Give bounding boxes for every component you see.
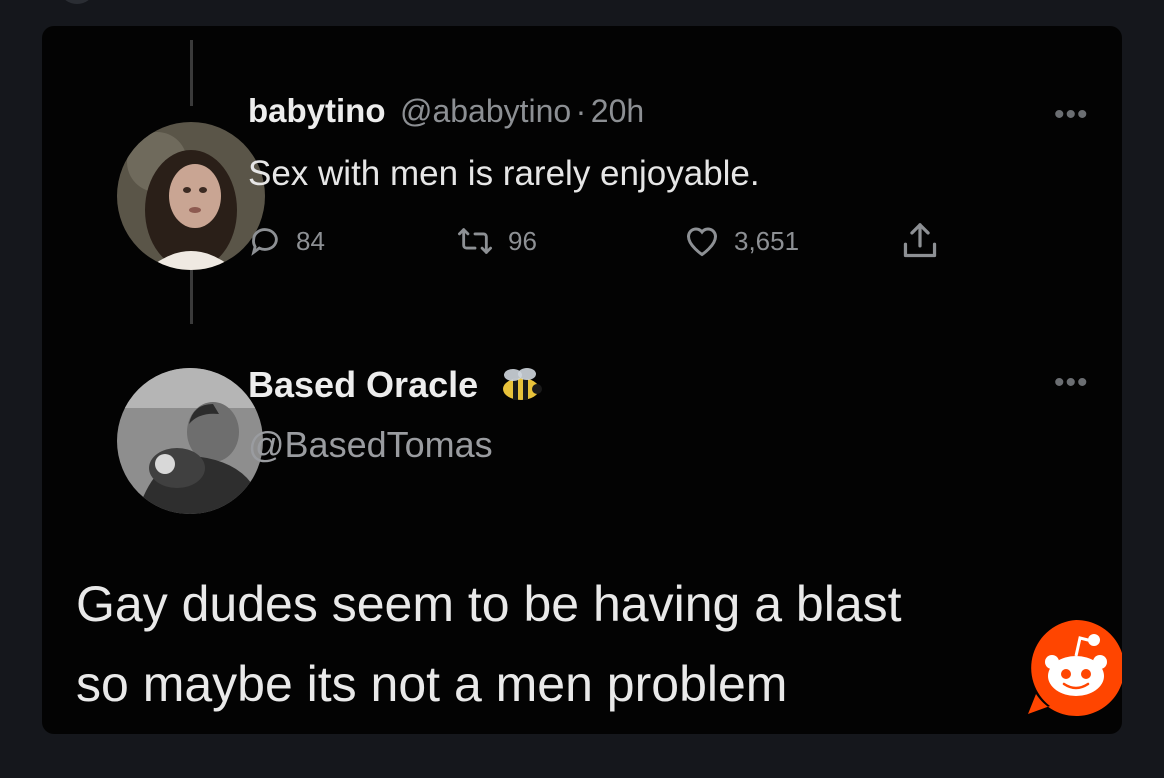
tweet1-time[interactable]: 20h (591, 93, 644, 129)
tweet-thread-card: babytino @ababytino · 20h Sex with men i… (42, 26, 1122, 734)
top-notch (62, 0, 92, 4)
avatar-based-oracle[interactable] (117, 368, 263, 514)
more-icon[interactable]: ••• (1054, 368, 1089, 398)
more-icon[interactable]: ••• (1054, 100, 1089, 130)
tweet1-header: babytino @ababytino · 20h (248, 92, 644, 130)
tweet2-text-line1: Gay dudes seem to be having a blast (76, 576, 902, 632)
tweet2-text-line2: so maybe its not a men problem (76, 656, 788, 712)
tweet1-handle[interactable]: @ababytino (400, 93, 571, 129)
tweet1-separator: · (575, 93, 587, 129)
like-button[interactable]: 3,651 (684, 224, 799, 258)
tweet1-display-name[interactable]: babytino (248, 92, 386, 129)
share-icon (903, 223, 937, 258)
retweet-button[interactable]: 96 (456, 224, 537, 258)
tweet2-text: Gay dudes seem to be having a blast so m… (76, 564, 1086, 724)
like-count: 3,651 (734, 225, 800, 256)
retweet-icon (457, 228, 492, 254)
reddit-logo-icon (1022, 614, 1122, 722)
reply-button[interactable]: 84 (248, 224, 325, 258)
tweet1-text: Sex with men is rarely enjoyable. (248, 154, 760, 193)
reply-icon (251, 228, 278, 256)
bee-emoji-icon (495, 367, 543, 408)
thread-line-top (190, 40, 193, 106)
retweet-count: 96 (508, 225, 537, 256)
tweet2-handle[interactable]: @BasedTomas (248, 424, 493, 466)
avatar-babytino[interactable] (117, 122, 265, 270)
share-button[interactable] (900, 220, 954, 262)
heart-icon (686, 227, 718, 257)
tweet2-name-row: Based Oracle (248, 364, 543, 408)
reply-count: 84 (296, 225, 325, 256)
tweet2-display-name[interactable]: Based Oracle (248, 364, 478, 405)
